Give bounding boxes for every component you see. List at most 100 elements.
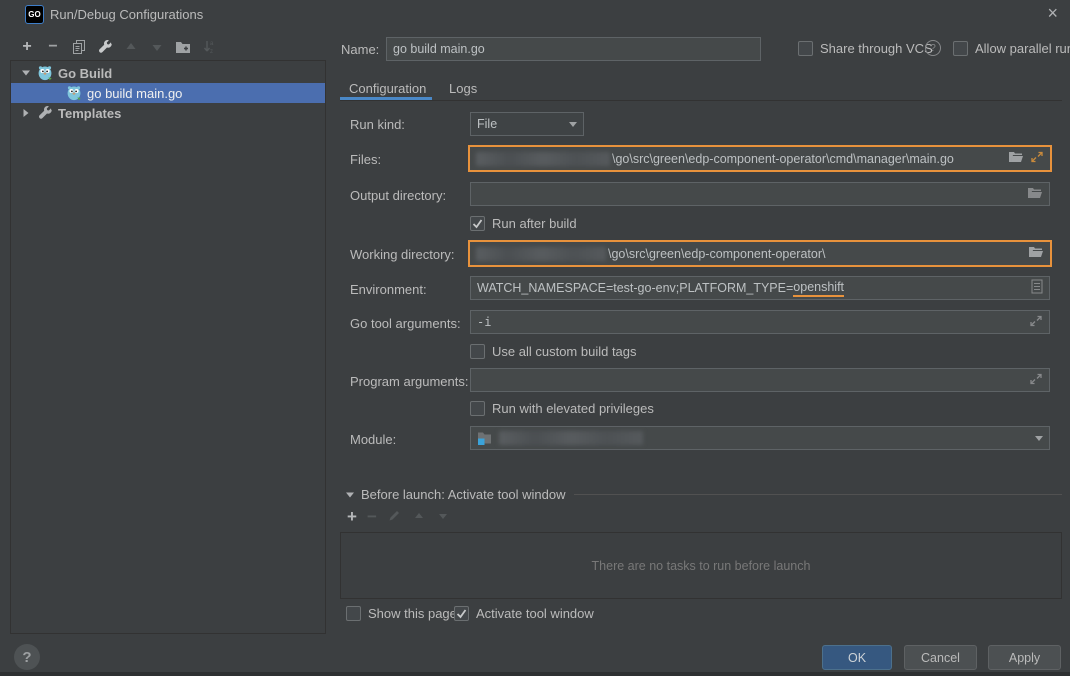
help-button[interactable]: ?: [14, 644, 40, 670]
run-elevated-privileges-checkbox[interactable]: Run with elevated privileges: [470, 401, 654, 416]
environment-field[interactable]: WATCH_NAMESPACE=test-go-env;PLATFORM_TYP…: [470, 276, 1050, 300]
files-field[interactable]: \go\src\green\edp-component-operator\cmd…: [468, 145, 1052, 172]
files-label: Files:: [350, 152, 381, 167]
go-gopher-icon: [66, 85, 82, 101]
chevron-down-icon: [345, 490, 355, 500]
use-custom-build-tags-checkbox[interactable]: Use all custom build tags: [470, 344, 637, 359]
environment-label: Environment:: [350, 282, 427, 297]
edit-templates-wrench-icon[interactable]: [96, 38, 114, 56]
go-gopher-icon: [37, 65, 53, 81]
redacted-text: [476, 152, 610, 166]
configurations-tree: Go Build go build main.go Templates: [10, 60, 326, 634]
chevron-down-icon: [569, 122, 577, 127]
tree-item-label: Go Build: [58, 66, 112, 81]
copy-configuration-icon[interactable]: [70, 38, 88, 56]
output-directory-field[interactable]: [470, 182, 1050, 206]
chevron-down-icon: [1035, 436, 1043, 441]
edit-task-pencil-icon: [387, 508, 402, 526]
help-icon[interactable]: ?: [925, 40, 941, 56]
name-label: Name:: [341, 42, 379, 57]
move-task-up-icon: [412, 509, 426, 526]
module-select[interactable]: [470, 426, 1050, 450]
ok-button[interactable]: OK: [822, 645, 892, 670]
new-folder-icon[interactable]: [174, 38, 192, 56]
templates-wrench-icon: [37, 105, 53, 121]
run-after-build-checkbox[interactable]: Run after build: [470, 216, 577, 231]
tree-item-templates[interactable]: Templates: [11, 103, 325, 123]
folder-open-icon[interactable]: [1027, 186, 1043, 203]
before-launch-title: Before launch: Activate tool window: [361, 487, 566, 502]
apply-button[interactable]: Apply: [988, 645, 1061, 670]
checkbox-label: Run after build: [492, 216, 577, 231]
checkbox-label: Run with elevated privileges: [492, 401, 654, 416]
environment-value-highlighted: openshift: [793, 280, 844, 297]
share-through-vcs-checkbox[interactable]: Share through VCS: [798, 41, 933, 56]
tab-configuration[interactable]: Configuration: [349, 81, 426, 96]
module-icon: [477, 430, 493, 446]
window-title: Run/Debug Configurations: [50, 7, 203, 22]
checkbox-checked-box: [470, 216, 485, 231]
checkbox-checked-box: [454, 606, 469, 621]
checkbox-box: [953, 41, 968, 56]
program-arguments-label: Program arguments:: [350, 374, 469, 389]
program-arguments-field[interactable]: [470, 368, 1050, 392]
module-label: Module:: [350, 432, 396, 447]
chevron-right-icon[interactable]: [19, 107, 33, 119]
dialog-bottom-edge: [0, 672, 1070, 676]
before-launch-section-header[interactable]: Before launch: Activate tool window: [345, 487, 1062, 502]
working-directory-label: Working directory:: [350, 247, 455, 262]
go-tool-arguments-field[interactable]: -i: [470, 310, 1050, 334]
show-this-page-checkbox[interactable]: Show this page: [346, 606, 457, 621]
add-task-button[interactable]: +: [347, 509, 357, 525]
name-input[interactable]: [386, 37, 761, 61]
checkbox-label: Allow parallel run: [975, 41, 1070, 56]
expand-field-icon[interactable]: [1029, 372, 1043, 389]
chevron-down-icon[interactable]: [19, 67, 33, 79]
checkbox-box: [346, 606, 361, 621]
redacted-text: [499, 431, 643, 445]
goland-app-icon: GO: [25, 5, 44, 24]
tree-item-label: go build main.go: [87, 86, 182, 101]
checkbox-label: Use all custom build tags: [492, 344, 637, 359]
before-launch-task-list: There are no tasks to run before launch: [340, 532, 1062, 599]
tree-item-go-build-main-go[interactable]: go build main.go: [11, 83, 325, 103]
checkbox-box: [470, 344, 485, 359]
working-directory-field[interactable]: \go\src\green\edp-component-operator\: [468, 240, 1052, 267]
empty-tasks-message: There are no tasks to run before launch: [592, 559, 811, 573]
expand-field-icon[interactable]: [1030, 150, 1044, 167]
tree-item-go-build[interactable]: Go Build: [11, 63, 325, 83]
move-down-icon: [148, 38, 166, 56]
add-configuration-button[interactable]: +: [18, 38, 36, 56]
tab-logs[interactable]: Logs: [449, 81, 477, 96]
browse-variables-icon[interactable]: [1031, 279, 1043, 297]
remove-configuration-button[interactable]: −: [44, 38, 62, 56]
svg-text:z: z: [210, 49, 213, 55]
go-tool-arguments-label: Go tool arguments:: [350, 316, 461, 331]
remove-task-icon: −: [367, 509, 377, 525]
checkbox-box: [470, 401, 485, 416]
environment-value: WATCH_NAMESPACE=test-go-env;PLATFORM_TYP…: [477, 281, 793, 295]
checkbox-label: Show this page: [368, 606, 457, 621]
checkbox-label: Activate tool window: [476, 606, 594, 621]
cancel-button[interactable]: Cancel: [904, 645, 977, 670]
activate-tool-window-checkbox[interactable]: Activate tool window: [454, 606, 594, 621]
sort-configurations-icon: az: [200, 38, 218, 56]
tree-item-label: Templates: [58, 106, 121, 121]
checkbox-box: [798, 41, 813, 56]
run-debug-configurations-dialog: GO Run/Debug Configurations × + − az Go …: [0, 0, 1070, 676]
section-divider: [574, 494, 1062, 495]
move-up-icon: [122, 38, 140, 56]
tabs-separator: [340, 100, 1062, 101]
files-value: \go\src\green\edp-component-operator\cmd…: [612, 152, 954, 166]
folder-open-icon[interactable]: [1008, 150, 1024, 167]
allow-parallel-run-checkbox[interactable]: Allow parallel run: [953, 41, 1070, 56]
run-kind-label: Run kind:: [350, 117, 405, 132]
folder-open-icon[interactable]: [1028, 245, 1044, 262]
redacted-text: [476, 247, 606, 261]
checkbox-label: Share through VCS: [820, 41, 933, 56]
go-tool-arguments-value: -i: [477, 315, 1029, 329]
expand-field-icon[interactable]: [1029, 314, 1043, 331]
run-kind-select[interactable]: File: [470, 112, 584, 136]
output-directory-label: Output directory:: [350, 188, 446, 203]
run-kind-value: File: [477, 117, 497, 131]
